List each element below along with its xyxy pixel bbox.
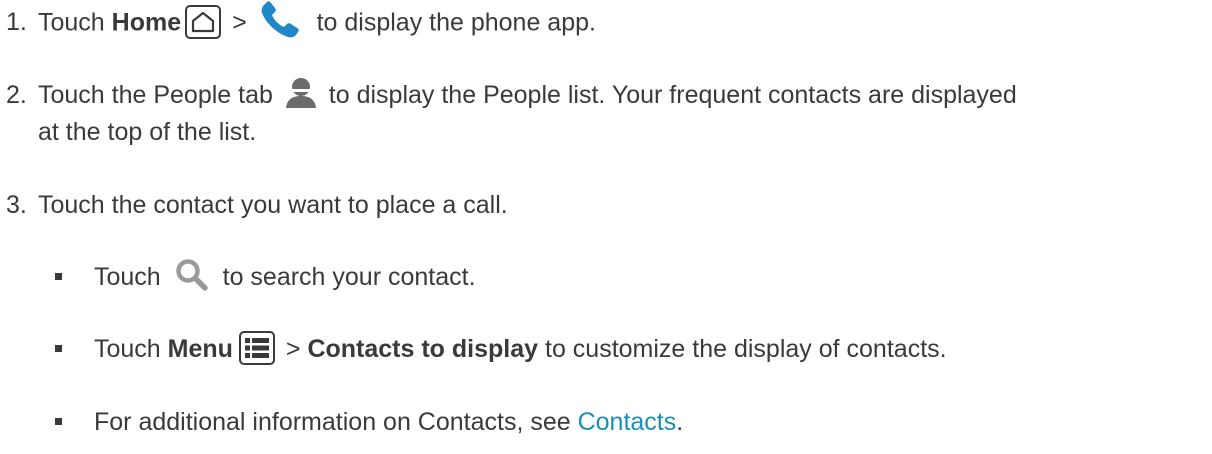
step-text-pre: Touch the People tab [38, 81, 280, 109]
bullet-marker [55, 345, 62, 352]
search-icon [174, 258, 210, 292]
bullet-text-post: to customize the display of contacts. [538, 335, 947, 363]
bullet-text-pre: Touch [94, 263, 168, 291]
bullet-marker [55, 418, 62, 425]
home-icon [185, 5, 222, 39]
phone-icon [258, 1, 306, 41]
home-label: Home [111, 8, 182, 37]
step-text-post: to display the phone app. [309, 8, 596, 37]
step-number: 3. [6, 191, 27, 219]
bullet-text-pre: For additional information on Contacts, … [94, 408, 578, 436]
step-text-pre: Touch [38, 8, 112, 37]
step-text-continued: at the top of the list. [38, 118, 257, 146]
step-text: Touch the People tab to display the Peop… [38, 77, 1017, 113]
contacts-link[interactable]: Contacts [578, 408, 677, 436]
step-text: Touch Home > to display the phone app. [38, 1, 596, 44]
step-text-post: to display the People list. Your frequen… [321, 81, 1017, 109]
contacts-to-display-label: Contacts to display [307, 335, 539, 363]
step-text: Touch the contact you want to place a ca… [38, 191, 508, 219]
bullet-text-pre: Touch [94, 335, 168, 363]
bullet-text-mid: > [278, 335, 308, 363]
bullet-text-post: to search your contact. [215, 263, 476, 291]
bullet-text: For additional information on Contacts, … [94, 404, 683, 440]
step-number: 1. [6, 8, 27, 36]
step-number: 2. [6, 81, 27, 109]
menu-label: Menu [167, 335, 233, 363]
menu-icon [238, 331, 275, 366]
bullet-marker [55, 273, 62, 280]
bullet-text: Touch to search your contact. [94, 259, 476, 295]
bullet-text: Touch Menu > Contacts to display to cust… [94, 331, 947, 367]
bullet-text-post: . [676, 408, 684, 436]
step-text-mid: > [225, 8, 254, 37]
person-icon [284, 76, 318, 110]
